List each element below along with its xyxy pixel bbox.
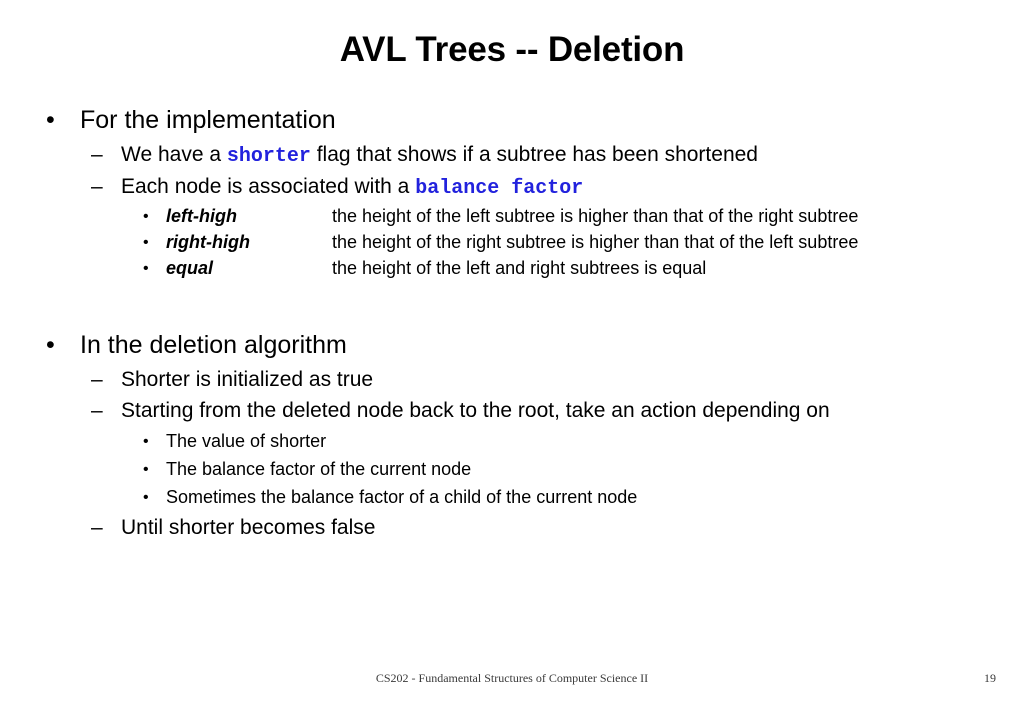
definition-row-left-high: • left-high the height of the left subtr… bbox=[0, 206, 1024, 227]
bullet-level1-deletion-algorithm: • In the deletion algorithm bbox=[0, 330, 1024, 360]
bullet-level2-starting-from-deleted-node: – Starting from the deleted node back to… bbox=[0, 398, 1024, 424]
bullet-icon: • bbox=[143, 432, 149, 450]
bullet-level2-label: We have a shorter flag that shows if a s… bbox=[121, 142, 758, 169]
page-title: AVL Trees -- Deletion bbox=[339, 30, 685, 69]
bullet-level1-implementation: • For the implementation bbox=[0, 105, 1024, 135]
bullet-level2-label: Starting from the deleted node back to t… bbox=[121, 399, 830, 423]
bullet-icon: • bbox=[143, 460, 149, 478]
bullet-icon: • bbox=[46, 106, 55, 134]
bullet-level3-value-of-shorter: • The value of shorter bbox=[0, 430, 1024, 453]
bullet-level2-label: Each node is associated with a balance f… bbox=[121, 174, 583, 201]
definition-description: the height of the right subtree is highe… bbox=[332, 232, 859, 252]
definition-row-equal: • equal the height of the left and right… bbox=[0, 258, 1024, 279]
definition-term: left-high bbox=[166, 206, 237, 226]
dash-icon: – bbox=[91, 143, 103, 166]
bullet-icon: • bbox=[143, 208, 149, 225]
bullet-level1-label: For the implementation bbox=[80, 106, 336, 134]
bullet-icon: • bbox=[46, 331, 55, 359]
slide-body: • For the implementation – We have a sho… bbox=[0, 105, 1024, 546]
dash-icon: – bbox=[91, 399, 103, 423]
bullet-level2-shorter-flag: – We have a shorter flag that shows if a… bbox=[0, 142, 1024, 169]
slide: AVL Trees -- Deletion • For the implemen… bbox=[0, 0, 1024, 709]
bullet-level2-balance-factor: – Each node is associated with a balance… bbox=[0, 174, 1024, 201]
definition-row-right-high: • right-high the height of the right sub… bbox=[0, 232, 1024, 253]
definition-term: equal bbox=[166, 258, 214, 278]
bullet-level3-balance-factor-current-node: • The balance factor of the current node bbox=[0, 458, 1024, 481]
dash-icon: – bbox=[91, 368, 103, 391]
bullet-level2-label: Shorter is initialized as true bbox=[121, 368, 374, 391]
bullet-level3-label: The value of shorter bbox=[166, 430, 327, 451]
bullet-level2-shorter-initialized: – Shorter is initialized as true bbox=[0, 367, 1024, 393]
definition-term: right-high bbox=[166, 232, 250, 252]
bullet-icon: • bbox=[143, 234, 149, 251]
bullet-level2-label: Until shorter becomes false bbox=[121, 515, 376, 539]
text-suffix: flag that shows if a subtree has been sh… bbox=[310, 143, 758, 166]
definition-description: the height of the left and right subtree… bbox=[332, 258, 707, 278]
bullet-icon: • bbox=[143, 260, 149, 277]
bullet-icon: • bbox=[143, 489, 149, 507]
bullet-level3-label: The balance factor of the current node bbox=[166, 458, 472, 479]
bullet-level3-balance-factor-child: • Sometimes the balance factor of a chil… bbox=[0, 486, 1024, 509]
footer-page-number: 19 bbox=[984, 671, 996, 685]
footer-course-label: CS202 - Fundamental Structures of Comput… bbox=[375, 671, 649, 685]
bullet-level1-label: In the deletion algorithm bbox=[80, 331, 347, 359]
slide-footer: CS202 - Fundamental Structures of Comput… bbox=[0, 671, 1024, 691]
code-term-balance-factor: balance factor bbox=[415, 177, 584, 200]
dash-icon: – bbox=[91, 175, 103, 198]
bullet-level2-until-shorter-false: – Until shorter becomes false bbox=[0, 515, 1024, 541]
definition-description: the height of the left subtree is higher… bbox=[332, 206, 859, 226]
dash-icon: – bbox=[91, 515, 103, 539]
text-prefix: We have a bbox=[121, 143, 227, 166]
text-prefix: Each node is associated with a bbox=[121, 175, 416, 198]
code-term-shorter: shorter bbox=[226, 145, 311, 168]
bullet-level3-label: Sometimes the balance factor of a child … bbox=[166, 487, 638, 508]
